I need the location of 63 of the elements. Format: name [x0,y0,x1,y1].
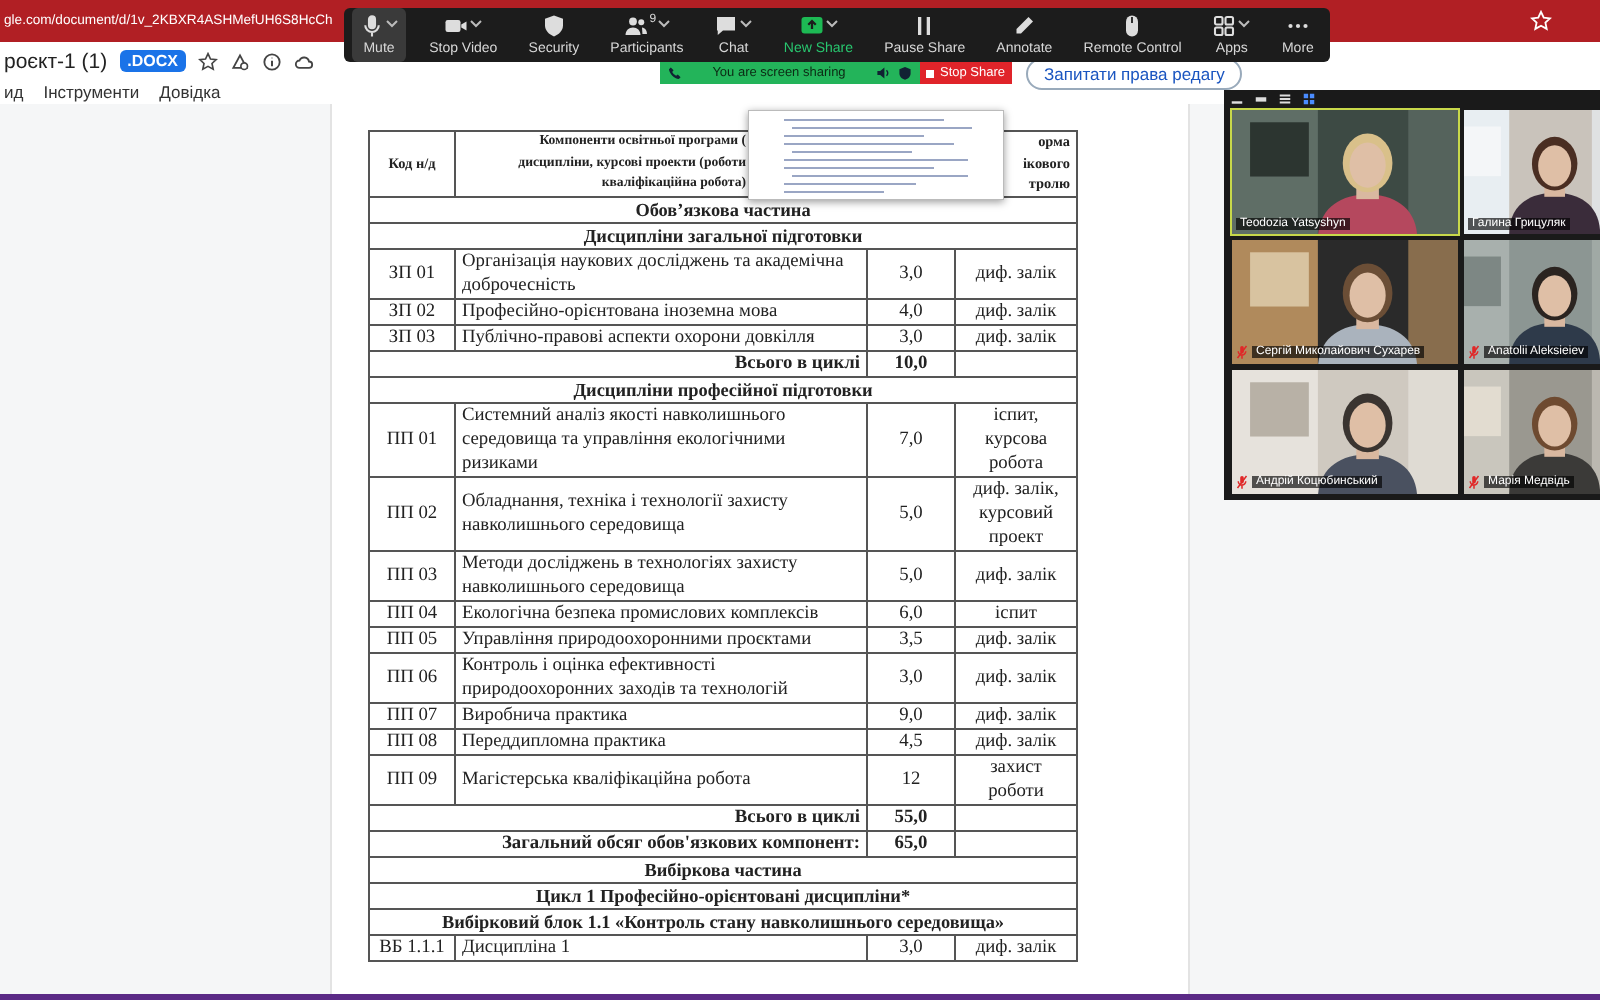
code-cell: ПП 02 [369,477,455,551]
section-heading-cell: Вибіркова частина [369,857,1077,883]
code-cell: ПП 05 [369,627,455,653]
discipline-cell: Професійно-орієнтована іноземна мова [455,299,867,325]
control-form-cell: диф. залік, курсовий проект [955,477,1077,551]
total-label-cell: Загальний обсяг обов'язкових компонент: [369,831,867,857]
discipline-cell: Дисципліна 1 [455,935,867,961]
credits-cell: 9,0 [867,703,955,729]
control-form-cell: захист роботи [955,755,1077,805]
section-heading-cell: Вибірковий блок 1.1 «Контроль стану навколишнього середовища» [369,909,1077,935]
discipline-cell: Управління природоохоронними проєктами [455,627,867,653]
discipline-cell: Виробнича практика [455,703,867,729]
file-type-badge: .DOCX [119,50,186,72]
code-cell: ПП 06 [369,653,455,703]
control-form-cell: диф. залік [955,703,1077,729]
discipline-cell: Переддипломна практика [455,729,867,755]
section-heading-cell: Дисципліни загальної підготовки [369,223,1077,249]
total-value-cell: 10,0 [867,351,955,377]
total-label-cell: Всього в циклі [369,351,867,377]
control-form-cell: диф. залік [955,935,1077,961]
discipline-cell: Системний аналіз якості навколишнього середовища та управління екологічними ризиками [455,403,867,477]
code-cell: ПП 04 [369,601,455,627]
credits-cell: 3,5 [867,627,955,653]
credits-cell: 3,0 [867,653,955,703]
code-cell: ЗП 02 [369,299,455,325]
credits-cell: 4,0 [867,299,955,325]
credits-cell: 3,0 [867,249,955,299]
section-heading-cell: Дисципліни професійної підготовки [369,377,1077,403]
discipline-cell: Обладнання, техніка і технології захисту навколишнього середовища [455,477,867,551]
discipline-cell: Контроль і оцінка ефективності природоохоронних заходів та технологій [455,653,867,703]
credits-cell: 12 [867,755,955,805]
discipline-cell: Магістерська кваліфікаційна робота [455,755,867,805]
code-cell: ПП 03 [369,551,455,601]
code-cell: ВБ 1.1.1 [369,935,455,961]
total-value-cell: 55,0 [867,805,955,831]
credits-cell: 4,5 [867,729,955,755]
code-cell: ПП 01 [369,403,455,477]
control-form-cell: диф. залік [955,551,1077,601]
control-form-cell: диф. залік [955,299,1077,325]
code-cell: ПП 08 [369,729,455,755]
code-cell: ПП 09 [369,755,455,805]
credits-cell: 3,0 [867,935,955,961]
credits-cell: 5,0 [867,551,955,601]
credits-cell: 7,0 [867,403,955,477]
control-form-cell: диф. залік [955,249,1077,299]
discipline-cell: Методи досліджень в технологіях захисту навколишнього середовища [455,551,867,601]
code-cell: ПП 07 [369,703,455,729]
control-form-cell: диф. залік [955,653,1077,703]
discipline-cell: Екологічна безпека промислових комплексів [455,601,867,627]
control-form-cell: диф. залік [955,627,1077,653]
code-cell: ЗП 03 [369,325,455,351]
total-value-cell: 65,0 [867,831,955,857]
credits-cell: 5,0 [867,477,955,551]
control-form-cell: іспит [955,601,1077,627]
credits-cell: 6,0 [867,601,955,627]
credits-cell: 3,0 [867,325,955,351]
section-heading-cell: Цикл 1 Професійно-орієнтовані дисципліни* [369,883,1077,909]
code-cell: ЗП 01 [369,249,455,299]
total-label-cell: Всього в циклі [369,805,867,831]
control-form-cell: диф. залік [955,729,1077,755]
control-form-cell: диф. залік [955,325,1077,351]
discipline-cell: Публічно-правові аспекти охорони довкілля [455,325,867,351]
discipline-cell: Організація наукових досліджень та академічна доброчесність [455,249,867,299]
